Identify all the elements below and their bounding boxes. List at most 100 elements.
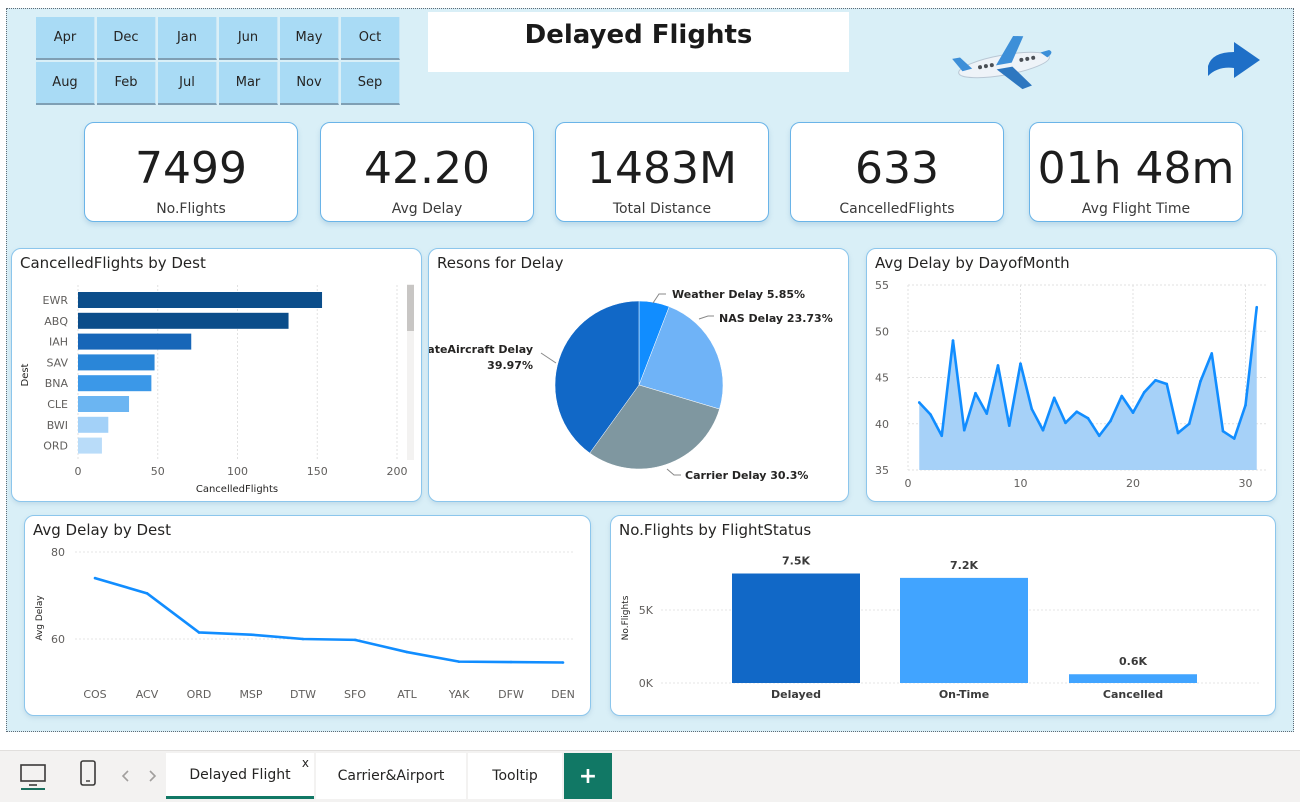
data-point[interactable] <box>145 592 149 595</box>
scrollbar-thumb[interactable] <box>407 285 414 331</box>
data-point[interactable] <box>917 401 921 404</box>
data-point[interactable] <box>1187 422 1191 426</box>
data-point[interactable] <box>1232 437 1236 440</box>
bar[interactable] <box>78 416 109 433</box>
mobile-view-icon[interactable] <box>78 759 98 789</box>
data-point[interactable] <box>1255 305 1259 309</box>
bar[interactable] <box>78 396 130 412</box>
month-slicer-item[interactable]: Feb <box>97 62 156 105</box>
month-slicer-item[interactable]: Oct <box>341 17 400 60</box>
leader-line <box>540 352 557 364</box>
tab-tooltip[interactable]: Tooltip <box>468 753 562 799</box>
tab-label: Tooltip <box>492 768 538 784</box>
bar[interactable] <box>78 312 289 329</box>
data-point[interactable] <box>1109 419 1112 423</box>
data-point[interactable] <box>405 650 409 654</box>
data-point[interactable] <box>929 413 932 416</box>
data-point[interactable] <box>974 391 977 395</box>
data-point[interactable] <box>1199 379 1202 383</box>
data-point[interactable] <box>1041 428 1045 432</box>
data-point[interactable] <box>1210 352 1214 355</box>
tab-carrier-airport[interactable]: Carrier&Airport <box>316 753 466 799</box>
data-point[interactable] <box>1176 431 1180 435</box>
data-point[interactable] <box>561 661 565 664</box>
data-point[interactable] <box>1052 396 1056 400</box>
cancelled-by-dest-chart: 0 50 100 150 200 EWR ABQ IAH SAV BNA CLE BWI ORD Canc… <box>20 284 414 495</box>
data-label: 7.5K <box>782 555 810 568</box>
data-point[interactable] <box>1131 411 1135 414</box>
next-page-icon[interactable] <box>146 769 158 783</box>
data-point[interactable] <box>353 638 357 642</box>
data-point[interactable] <box>1244 403 1247 407</box>
data-point[interactable] <box>1097 434 1101 438</box>
flights-by-status-card: No.Flights by FlightStatus 0K 5K 7.5K Delay… <box>610 515 1276 716</box>
add-page-button[interactable]: + <box>564 753 612 799</box>
data-point[interactable] <box>1007 424 1011 427</box>
avg-delay-dest-chart: 60 80 COS ACV ORD MSP DTW SFO ATL YAK DFW DEN Avg De… <box>35 546 575 701</box>
data-point[interactable] <box>1165 382 1169 386</box>
y-axis-label: Dest <box>20 363 31 386</box>
bar[interactable] <box>900 577 1028 683</box>
arrow-right-icon[interactable] <box>1204 40 1262 82</box>
kpi-label: No.Flights <box>156 201 226 217</box>
report-title-box: Delayed Flights <box>428 12 849 72</box>
month-slicer-item[interactable]: Jul <box>158 62 217 105</box>
data-point[interactable] <box>940 434 944 438</box>
data-point[interactable] <box>93 576 97 580</box>
month-slicer-item[interactable]: Dec <box>97 17 156 60</box>
y-tick-label: 40 <box>875 418 889 431</box>
data-point[interactable] <box>249 633 253 636</box>
data-point[interactable] <box>1154 378 1157 382</box>
bar[interactable] <box>78 375 152 392</box>
data-point[interactable] <box>509 660 513 664</box>
data-point[interactable] <box>1120 394 1124 398</box>
month-slicer-item[interactable]: Aug <box>36 62 95 105</box>
x-tick-label: MSP <box>239 688 262 701</box>
month-slicer-item[interactable]: May <box>280 17 339 60</box>
kpi-label: Avg Delay <box>391 201 463 217</box>
y-tick-label: EWR <box>43 294 69 307</box>
month-slicer-item[interactable]: Mar <box>219 62 278 105</box>
avg-delay-dayofmonth-card: Avg Delay by DayofMonth 35 40 45 50 55 0 10 20 3… <box>866 248 1277 502</box>
data-point[interactable] <box>951 339 955 342</box>
data-point[interactable] <box>1221 429 1225 433</box>
bar[interactable] <box>78 292 323 308</box>
pie-label: NAS Delay 23.73% <box>719 312 833 325</box>
data-point[interactable] <box>457 660 461 663</box>
series-line[interactable] <box>94 576 564 664</box>
kpi-label: Avg Flight Time <box>1081 201 1191 217</box>
data-point[interactable] <box>1019 362 1022 365</box>
close-tab-icon[interactable]: x <box>302 756 309 770</box>
data-point[interactable] <box>1030 407 1034 411</box>
data-point[interactable] <box>985 412 989 415</box>
month-slicer-item[interactable]: Jan <box>158 17 217 60</box>
data-point[interactable] <box>996 364 1000 367</box>
month-slicer-item[interactable]: Jun <box>219 17 278 60</box>
data-point[interactable] <box>1064 421 1067 425</box>
x-tick-label: 20 <box>1126 477 1140 490</box>
data-point[interactable] <box>301 637 305 641</box>
data-point[interactable] <box>1086 416 1090 420</box>
data-point[interactable] <box>962 428 966 432</box>
kpi-label: CancelledFlights <box>839 201 955 217</box>
data-point[interactable] <box>1075 410 1079 414</box>
tab-delayed-flight[interactable]: Delayed Flight x <box>166 753 314 799</box>
kpi-card: 633 CancelledFlights <box>790 122 1004 222</box>
data-point[interactable] <box>1142 391 1146 394</box>
month-slicer-item[interactable]: Nov <box>280 62 339 105</box>
data-point[interactable] <box>197 631 201 634</box>
x-axis-label: CancelledFlights <box>196 484 278 495</box>
data-label: 0.6K <box>1119 655 1147 668</box>
bar[interactable] <box>1069 674 1197 683</box>
desktop-view-icon[interactable] <box>18 761 48 791</box>
month-slicer-item[interactable]: Apr <box>36 17 95 60</box>
y-tick-label: ABQ <box>44 315 68 328</box>
bar[interactable] <box>732 573 860 684</box>
bar[interactable] <box>78 437 102 454</box>
bar[interactable] <box>78 333 192 350</box>
x-tick-label: 30 <box>1239 477 1253 490</box>
month-slicer-item[interactable]: Sep <box>341 62 400 105</box>
prev-page-icon[interactable] <box>120 769 132 783</box>
bar[interactable] <box>78 354 155 371</box>
y-axis-label: Avg Delay <box>35 595 45 641</box>
